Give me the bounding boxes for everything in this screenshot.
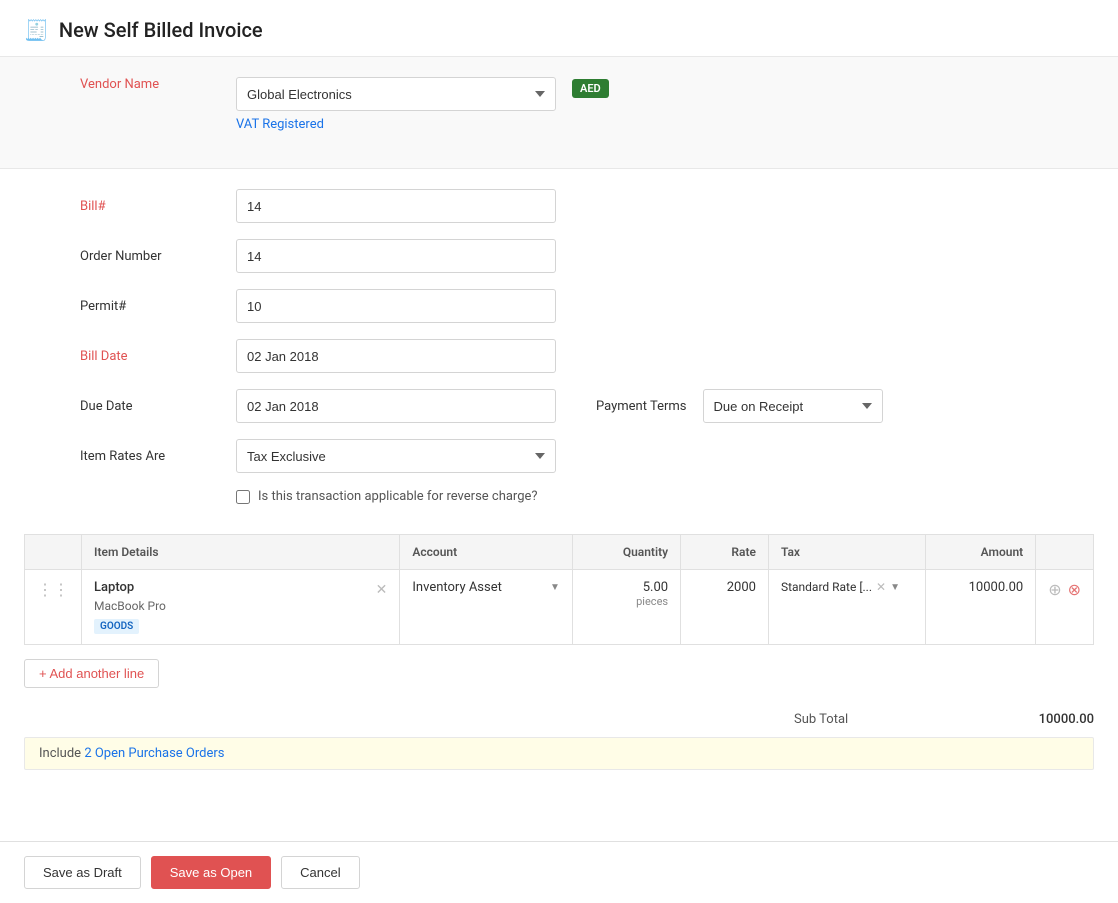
cancel-button[interactable]: Cancel — [281, 856, 359, 889]
bill-row: Bill# — [80, 189, 1038, 223]
include-po-bar: Include 2 Open Purchase Orders — [24, 737, 1094, 770]
row-actions: ⊕ ⊗ — [1048, 580, 1081, 600]
account-dropdown-arrow: ▼ — [550, 582, 560, 593]
actions-col-header — [1036, 535, 1094, 570]
account-cell: Inventory Asset ▼ — [400, 570, 573, 645]
rate-header: Rate — [681, 535, 769, 570]
page-title: New Self Billed Invoice — [59, 18, 263, 42]
quantity-wrapper: 5.00 pieces — [585, 580, 668, 608]
invoice-icon: 🧾 — [24, 18, 49, 42]
order-number-input[interactable] — [236, 239, 556, 273]
reverse-charge-label: Is this transaction applicable for rever… — [258, 489, 538, 504]
save-open-button[interactable]: Save as Open — [151, 856, 271, 889]
reverse-charge-row: Is this transaction applicable for rever… — [236, 489, 1038, 504]
add-line-section: + Add another line — [0, 645, 1118, 702]
currency-badge: AED — [572, 79, 609, 98]
item-details-inner: Laptop MacBook Pro GOODS ✕ — [94, 580, 387, 634]
form-body: Bill# Order Number Permit# Bill Date Due… — [0, 169, 1118, 524]
quantity-value[interactable]: 5.00 — [585, 580, 668, 595]
include-po-link-text: Open Purchase Orders — [95, 746, 225, 761]
tax-cell-inner: Standard Rate [... ✕ ▼ — [781, 580, 913, 594]
bill-date-row: Bill Date — [80, 339, 1038, 373]
reverse-charge-checkbox[interactable] — [236, 490, 250, 504]
bill-input[interactable] — [236, 189, 556, 223]
page-header: 🧾 New Self Billed Invoice — [0, 0, 1118, 57]
subtotal-value: 10000.00 — [1039, 712, 1094, 727]
account-header: Account — [400, 535, 573, 570]
subtotal-label: Sub Total — [794, 712, 848, 727]
tax-value[interactable]: Standard Rate [... — [781, 580, 872, 594]
payment-terms-label: Payment Terms — [596, 399, 687, 414]
item-rates-select[interactable]: Tax Exclusive Tax Inclusive No Tax — [236, 439, 556, 473]
bill-date-label: Bill Date — [80, 349, 220, 364]
payment-terms-group: Payment Terms Due on Receipt Net 30 Net … — [596, 389, 883, 423]
rate-cell: 2000 — [681, 570, 769, 645]
goods-badge: GOODS — [94, 619, 139, 634]
bill-date-input[interactable] — [236, 339, 556, 373]
item-content: Laptop MacBook Pro GOODS — [94, 580, 370, 634]
vendor-section: Vendor Name Global Electronics VAT Regis… — [0, 57, 1118, 169]
permit-label: Permit# — [80, 299, 220, 314]
permit-row: Permit# — [80, 289, 1038, 323]
vendor-label: Vendor Name — [80, 77, 220, 92]
items-section: Item Details Account Quantity Rate Tax A… — [0, 534, 1118, 645]
amount-value: 10000.00 — [969, 580, 1024, 595]
include-po-text: Include — [39, 746, 81, 761]
tax-header: Tax — [768, 535, 925, 570]
include-po-count: 2 — [84, 746, 91, 761]
order-number-row: Order Number — [80, 239, 1038, 273]
item-description: MacBook Pro — [94, 599, 370, 613]
add-line-button[interactable]: + Add another line — [24, 659, 159, 688]
amount-cell: 10000.00 — [926, 570, 1036, 645]
item-close-button[interactable]: ✕ — [376, 581, 388, 598]
account-cell-inner: Inventory Asset ▼ — [412, 580, 560, 595]
items-table: Item Details Account Quantity Rate Tax A… — [24, 534, 1094, 645]
vendor-select[interactable]: Global Electronics — [236, 77, 556, 111]
payment-terms-select[interactable]: Due on Receipt Net 30 Net 60 — [703, 389, 883, 423]
vat-registered-link[interactable]: VAT Registered — [236, 117, 556, 132]
subtotal-inner: Sub Total 10000.00 — [794, 712, 1094, 727]
item-name[interactable]: Laptop — [94, 580, 370, 595]
due-date-input[interactable] — [236, 389, 556, 423]
item-rates-label: Item Rates Are — [80, 449, 220, 464]
permit-input[interactable] — [236, 289, 556, 323]
row-delete-button[interactable]: ⊗ — [1068, 580, 1081, 600]
drag-handle[interactable]: ⋮⋮ — [25, 570, 82, 645]
table-row: ⋮⋮ Laptop MacBook Pro GOODS ✕ Inventory … — [25, 570, 1094, 645]
quantity-unit: pieces — [585, 595, 668, 608]
quantity-cell: 5.00 pieces — [572, 570, 680, 645]
due-date-label: Due Date — [80, 399, 220, 414]
subtotal-row: Sub Total 10000.00 — [0, 702, 1118, 737]
vendor-row: Vendor Name Global Electronics VAT Regis… — [80, 77, 1038, 132]
tax-cell: Standard Rate [... ✕ ▼ — [768, 570, 925, 645]
amount-header: Amount — [926, 535, 1036, 570]
order-number-label: Order Number — [80, 249, 220, 264]
drag-col-header — [25, 535, 82, 570]
due-date-left: Due Date — [80, 389, 556, 423]
save-draft-button[interactable]: Save as Draft — [24, 856, 141, 889]
row-actions-cell: ⊕ ⊗ — [1036, 570, 1094, 645]
footer-bar: Save as Draft Save as Open Cancel — [0, 841, 1118, 903]
item-details-header: Item Details — [82, 535, 400, 570]
account-value[interactable]: Inventory Asset — [412, 580, 546, 595]
item-rates-row: Item Rates Are Tax Exclusive Tax Inclusi… — [80, 439, 1038, 473]
item-details-cell: Laptop MacBook Pro GOODS ✕ — [82, 570, 400, 645]
open-purchase-orders-link[interactable]: 2 Open Purchase Orders — [84, 746, 224, 761]
quantity-header: Quantity — [572, 535, 680, 570]
bill-label: Bill# — [80, 199, 220, 214]
row-copy-button[interactable]: ⊕ — [1048, 580, 1061, 600]
due-date-row: Due Date Payment Terms Due on Receipt Ne… — [80, 389, 1038, 423]
table-header-row: Item Details Account Quantity Rate Tax A… — [25, 535, 1094, 570]
tax-remove-button[interactable]: ✕ — [876, 580, 886, 594]
vendor-select-wrapper: Global Electronics VAT Registered — [236, 77, 556, 132]
tax-dropdown-arrow: ▼ — [890, 582, 900, 593]
rate-value[interactable]: 2000 — [727, 580, 756, 595]
